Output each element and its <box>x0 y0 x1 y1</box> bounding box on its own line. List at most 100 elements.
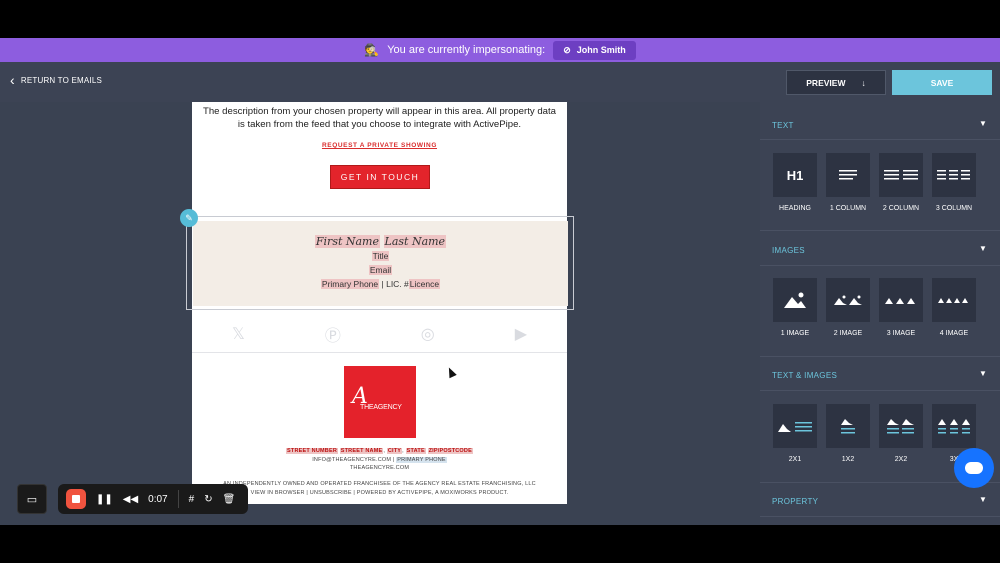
agency-phone: PRIMARY PHONE <box>396 457 447 463</box>
section-title-text-images[interactable]: TEXT & IMAGES <box>772 371 837 380</box>
text-image-icon <box>938 419 970 434</box>
tile-label: 1 COLUMN <box>829 205 867 212</box>
restart-icon[interactable]: ↻ <box>204 494 212 505</box>
tile-label: 1 IMAGE <box>780 330 810 337</box>
impersonation-bar: 🕵 You are currently impersonating: ⊘ Joh… <box>0 38 1000 62</box>
camera-icon[interactable]: ▭ <box>17 484 47 514</box>
mountain-icon <box>834 295 862 305</box>
two-image-tile[interactable] <box>826 278 870 322</box>
save-button[interactable]: SAVE <box>892 70 992 95</box>
text-image-icon <box>841 419 855 434</box>
tile-label: HEADING <box>779 205 811 212</box>
mountain-icon <box>938 298 968 303</box>
tile-label: 2X2 <box>894 456 908 463</box>
preview-button[interactable]: PREVIEW ↓ <box>786 70 886 95</box>
one-by-two-tile[interactable] <box>826 404 870 448</box>
agency-website[interactable]: THEAGENCYRE.COM <box>192 465 567 471</box>
recording-timer: 0:07 <box>148 493 168 505</box>
request-showing-link[interactable]: REQUEST A PRIVATE SHOWING <box>192 142 567 149</box>
street-number: STREET NUMBER <box>286 448 339 454</box>
section-title-images[interactable]: IMAGES <box>772 246 805 255</box>
agency-logo: A THEAGENCY <box>344 366 416 438</box>
signature-block[interactable]: First Name Last Name Title Email Primary… <box>193 221 568 306</box>
return-to-emails-link[interactable]: ‹ RETURN TO EMAILS <box>10 72 102 88</box>
lic-text: | LIC. # <box>381 279 409 289</box>
tile-label: 3 COLUMN <box>935 205 973 212</box>
heading-block-tile[interactable]: H1 <box>773 153 817 197</box>
mountain-icon <box>784 292 806 308</box>
spy-icon: 🕵 <box>364 43 380 57</box>
email-footer-links[interactable]: VIEW IN BROWSER | UNSUBSCRIBE | POWERED … <box>192 490 567 496</box>
stop-recording-button[interactable] <box>66 489 86 509</box>
mountain-icon <box>885 298 915 304</box>
tile-label: 2X1 <box>788 456 802 463</box>
licence-number: Licence <box>408 279 441 289</box>
caret-down-icon[interactable]: ▼ <box>979 495 987 504</box>
caret-down-icon[interactable]: ▼ <box>979 244 987 253</box>
pencil-icon[interactable]: ✎ <box>180 209 198 227</box>
email-canvas: The description from your chosen propert… <box>0 102 760 525</box>
section-divider <box>760 265 1000 266</box>
section-title-text[interactable]: TEXT <box>772 121 794 130</box>
x-icon[interactable]: 𝕏 <box>232 324 245 344</box>
two-column-tile[interactable] <box>879 153 923 197</box>
street-name: STREET NAME <box>339 448 384 454</box>
arrow-down-icon: ↓ <box>861 77 866 88</box>
email-divider <box>192 352 567 353</box>
three-by-tile[interactable] <box>932 404 976 448</box>
section-divider <box>760 390 1000 391</box>
app-window: 🕵 You are currently impersonating: ⊘ Joh… <box>0 0 1000 563</box>
property-description: The description from your chosen propert… <box>202 106 556 130</box>
tile-label: 4 IMAGE <box>939 330 969 337</box>
get-in-touch-button[interactable]: GET IN TOUCH <box>330 165 430 189</box>
one-column-tile[interactable] <box>826 153 870 197</box>
preview-label: PREVIEW <box>806 77 846 88</box>
city: CITY <box>386 448 403 454</box>
agent-email: Email <box>368 265 393 275</box>
rewind-icon[interactable]: ◀◀ <box>123 494 138 505</box>
impersonated-user-button[interactable]: ⊘ John Smith <box>553 40 636 60</box>
caret-down-icon[interactable]: ▼ <box>979 369 987 378</box>
two-by-two-tile[interactable] <box>879 404 923 448</box>
trash-icon[interactable]: 🗑 <box>223 494 236 505</box>
four-image-tile[interactable] <box>932 278 976 322</box>
recorder-divider <box>177 490 179 508</box>
pinterest-icon[interactable]: Ⓟ <box>325 322 341 346</box>
grid-icon[interactable]: # <box>189 494 195 505</box>
tile-label: 1X2 <box>841 456 855 463</box>
agency-email[interactable]: INFO@THEAGENCYRE.COM <box>312 457 391 463</box>
chat-support-button[interactable] <box>954 448 994 488</box>
agent-phone: Primary Phone <box>320 279 380 289</box>
text-image-icon <box>887 419 914 434</box>
link-icon: ⊘ <box>563 44 571 55</box>
three-column-tile[interactable] <box>932 153 976 197</box>
text-image-icon <box>778 422 812 432</box>
tile-label: 2 IMAGE <box>833 330 863 337</box>
impersonated-user-name: John Smith <box>576 45 626 55</box>
first-name: First Name <box>314 235 381 248</box>
heading-glyph: H1 <box>786 167 804 183</box>
instagram-icon[interactable]: ◎ <box>421 324 435 344</box>
section-title-property[interactable]: PROPERTY <box>772 497 818 506</box>
pause-icon[interactable]: ❚❚ <box>96 494 113 505</box>
two-by-one-tile[interactable] <box>773 404 817 448</box>
chevron-left-icon: ‹ <box>10 72 15 88</box>
one-image-tile[interactable] <box>773 278 817 322</box>
three-image-tile[interactable] <box>879 278 923 322</box>
two-column-icon <box>884 170 918 180</box>
tile-label: 2 COLUMN <box>882 205 920 212</box>
contact-line: INFO@THEAGENCYRE.COM | PRIMARY PHONE <box>312 457 447 463</box>
agent-title-line: Title <box>193 251 568 261</box>
agent-title: Title <box>371 251 390 261</box>
editor-header: ‹ RETURN TO EMAILS PREVIEW ↓ SAVE <box>0 62 1000 102</box>
caret-down-icon[interactable]: ▼ <box>979 119 987 128</box>
signature-block-selection[interactable]: First Name Last Name Title Email Primary… <box>186 216 574 310</box>
zip: ZIP/POSTCODE <box>427 448 473 454</box>
social-icons-row: 𝕏 Ⓟ ◎ ▶ <box>192 316 567 352</box>
section-divider <box>760 230 1000 231</box>
section-divider <box>760 516 1000 517</box>
three-column-icon <box>937 170 970 180</box>
youtube-icon[interactable]: ▶ <box>515 324 527 344</box>
agent-email-line: Email <box>193 265 568 275</box>
section-divider <box>760 139 1000 140</box>
